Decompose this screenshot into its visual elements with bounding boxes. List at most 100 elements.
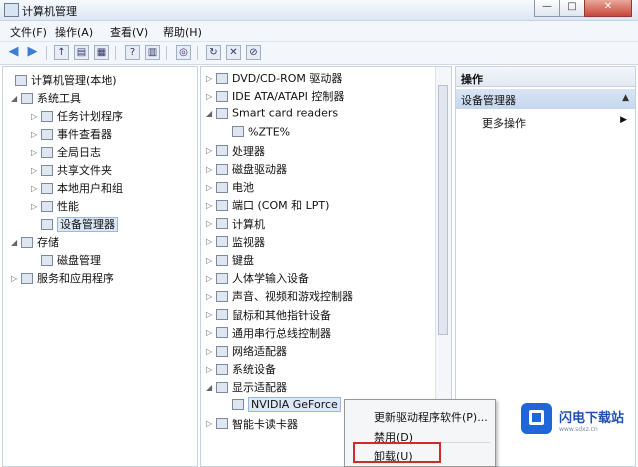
device-tree-item[interactable]: ▷ 监视器 [206,234,265,250]
tree-item-task-scheduler[interactable]: ▷ 任务计划程序 [31,108,123,124]
back-arrow-icon[interactable]: ◀ [6,45,21,60]
device-tree-item[interactable]: ▷ 网络适配器 [206,343,287,359]
tree-item-computer-management[interactable]: 计算机管理(本地) [5,72,117,88]
actions-section-device-manager[interactable]: 设备管理器 ▲ [456,89,635,109]
update-driver-icon[interactable]: ↻ [206,45,221,60]
tree-expander[interactable]: ▷ [206,347,215,356]
forward-arrow-icon[interactable]: ▶ [25,45,40,60]
toolbar-separator [115,46,116,60]
scan-hardware-icon[interactable]: ◎ [176,45,191,60]
tree-expander[interactable]: ▷ [31,130,40,139]
device-category-icon [232,126,244,138]
tree-expander[interactable]: ▷ [206,237,215,246]
tree-expander[interactable]: ▷ [31,148,40,157]
tree-item-event-viewer[interactable]: ▷ 事件查看器 [31,126,112,142]
tree-expander[interactable]: ▷ [31,184,40,193]
device-tree-item[interactable]: ▷ 磁盘驱动器 [206,161,287,177]
device-manager-icon [41,218,53,230]
show-hide-tree-icon[interactable]: ▤ [74,45,89,60]
tree-item-storage[interactable]: ◢ 存储 [11,234,59,250]
device-tree-label: 网络适配器 [232,345,287,358]
device-tree-item[interactable]: ▷ 通用串行总线控制器 [206,325,331,341]
menu-file[interactable]: 文件(F) [10,24,47,40]
tree-item-device-manager[interactable]: 设备管理器 [31,216,118,232]
tree-expander[interactable]: ▷ [206,419,215,428]
device-tree-item[interactable]: ◢ Smart card readers [206,106,338,122]
device-tree-item[interactable]: ◢ 显示适配器 [206,379,287,395]
device-tree-item[interactable]: %ZTE% [222,125,290,141]
tree-expander[interactable]: ▷ [31,202,40,211]
device-category-icon [216,107,228,119]
tree-expander[interactable]: ◢ [11,238,20,247]
disable-device-icon[interactable]: ⊘ [246,45,261,60]
tree-item-global-logs[interactable]: ▷ 全局日志 [31,144,101,160]
event-viewer-icon [41,128,53,140]
device-tree-item[interactable]: ▷ 计算机 [206,216,265,232]
tree-expander[interactable]: ▷ [206,256,215,265]
properties-sheet-icon[interactable]: ▦ [94,45,109,60]
tree-expander[interactable]: ▷ [206,92,215,101]
device-tree-label: DVD/CD-ROM 驱动器 [232,72,343,85]
menu-view[interactable]: 查看(V) [110,24,148,40]
device-tree-label: IDE ATA/ATAPI 控制器 [232,90,345,104]
tree-expander[interactable]: ▷ [206,146,215,155]
device-tree-item[interactable]: ▷ 键盘 [206,252,254,268]
tree-expander[interactable]: ▷ [31,166,40,175]
tree-expander[interactable]: ▷ [206,328,215,337]
tree-item-shared-folders[interactable]: ▷ 共享文件夹 [31,162,112,178]
device-tree-item[interactable]: NVIDIA GeForce [222,397,341,414]
help-topics-icon[interactable]: ▥ [145,45,160,60]
tree-expander[interactable]: ◢ [11,94,20,103]
tree-item-disk-management[interactable]: 磁盘管理 [31,252,101,268]
tree-expander[interactable]: ▷ [206,165,215,174]
menu-help[interactable]: 帮助(H) [163,24,202,40]
collapse-up-icon[interactable]: ▲ [622,93,629,103]
tree-item-label: 共享文件夹 [57,164,112,177]
up-level-icon[interactable]: ↑ [54,45,69,60]
tree-expander[interactable]: ◢ [206,383,215,392]
menu-action[interactable]: 操作(A) [55,24,93,40]
scrollbar-thumb[interactable] [438,85,448,335]
tree-expander[interactable]: ▷ [206,201,215,210]
tree-expander[interactable]: ▷ [206,219,215,228]
device-tree-item[interactable]: ▷ 电池 [206,179,254,195]
device-tree-item[interactable]: ▷ 处理器 [206,143,265,159]
device-tree-item[interactable]: ▷ IDE ATA/ATAPI 控制器 [206,88,344,104]
device-tree-item[interactable]: ▷ 鼠标和其他指针设备 [206,307,331,323]
device-tree-item[interactable]: ▷ 系统设备 [206,361,276,377]
device-tree-item[interactable]: ▷ DVD/CD-ROM 驱动器 [206,70,342,86]
uninstall-device-icon[interactable]: ✕ [226,45,241,60]
computer-management-window: 计算机管理 — □ ✕ 文件(F) 操作(A) 查看(V) 帮助(H) ◀ ▶ … [0,0,638,467]
tree-expander[interactable]: ▷ [206,74,215,83]
device-tree-item[interactable]: ▷ 人体学输入设备 [206,270,309,286]
tree-item-services-applications[interactable]: ▷ 服务和应用程序 [11,270,114,286]
tree-item-system-tools[interactable]: ◢ 系统工具 [11,90,81,106]
tree-expander[interactable]: ▷ [11,274,20,283]
device-tree-label: 人体学输入设备 [232,272,309,286]
close-button[interactable]: ✕ [584,0,632,17]
more-actions-item[interactable]: 更多操作 [482,115,526,131]
tree-item-local-users-groups[interactable]: ▷ 本地用户和组 [31,180,123,196]
tree-expander[interactable]: ◢ [206,109,215,118]
tree-item-performance[interactable]: ▷ 性能 [31,198,79,214]
tree-item-label: 设备管理器 [57,217,118,232]
device-tree-item[interactable]: ▷ 声音、视频和游戏控制器 [206,288,353,304]
tree-item-label: 性能 [57,200,79,213]
tree-expander[interactable]: ▷ [206,183,215,192]
tree-expander[interactable]: ▷ [206,365,215,374]
device-tree-item[interactable]: ▷ 端口 (COM 和 LPT) [206,197,329,213]
help-icon[interactable]: ? [125,45,140,60]
uninstall-highlight-box [353,442,441,463]
toolbar-separator [197,46,198,60]
tree-expander[interactable]: ▷ [206,274,215,283]
device-tree-label: 系统设备 [232,363,276,377]
maximize-button[interactable]: □ [559,0,585,17]
device-tree-item[interactable]: ▷ 智能卡读卡器 [206,416,298,432]
minimize-button[interactable]: — [534,0,560,17]
menu-item-update-driver[interactable]: 更新驱动程序软件(P)... [374,409,488,425]
device-tree-label: NVIDIA GeForce [248,397,341,413]
tree-expander[interactable]: ▷ [206,292,215,301]
tree-expander[interactable]: ▷ [206,310,215,319]
tree-expander[interactable]: ▷ [31,112,40,121]
device-tree-label: 端口 (COM 和 LPT) [232,199,330,213]
